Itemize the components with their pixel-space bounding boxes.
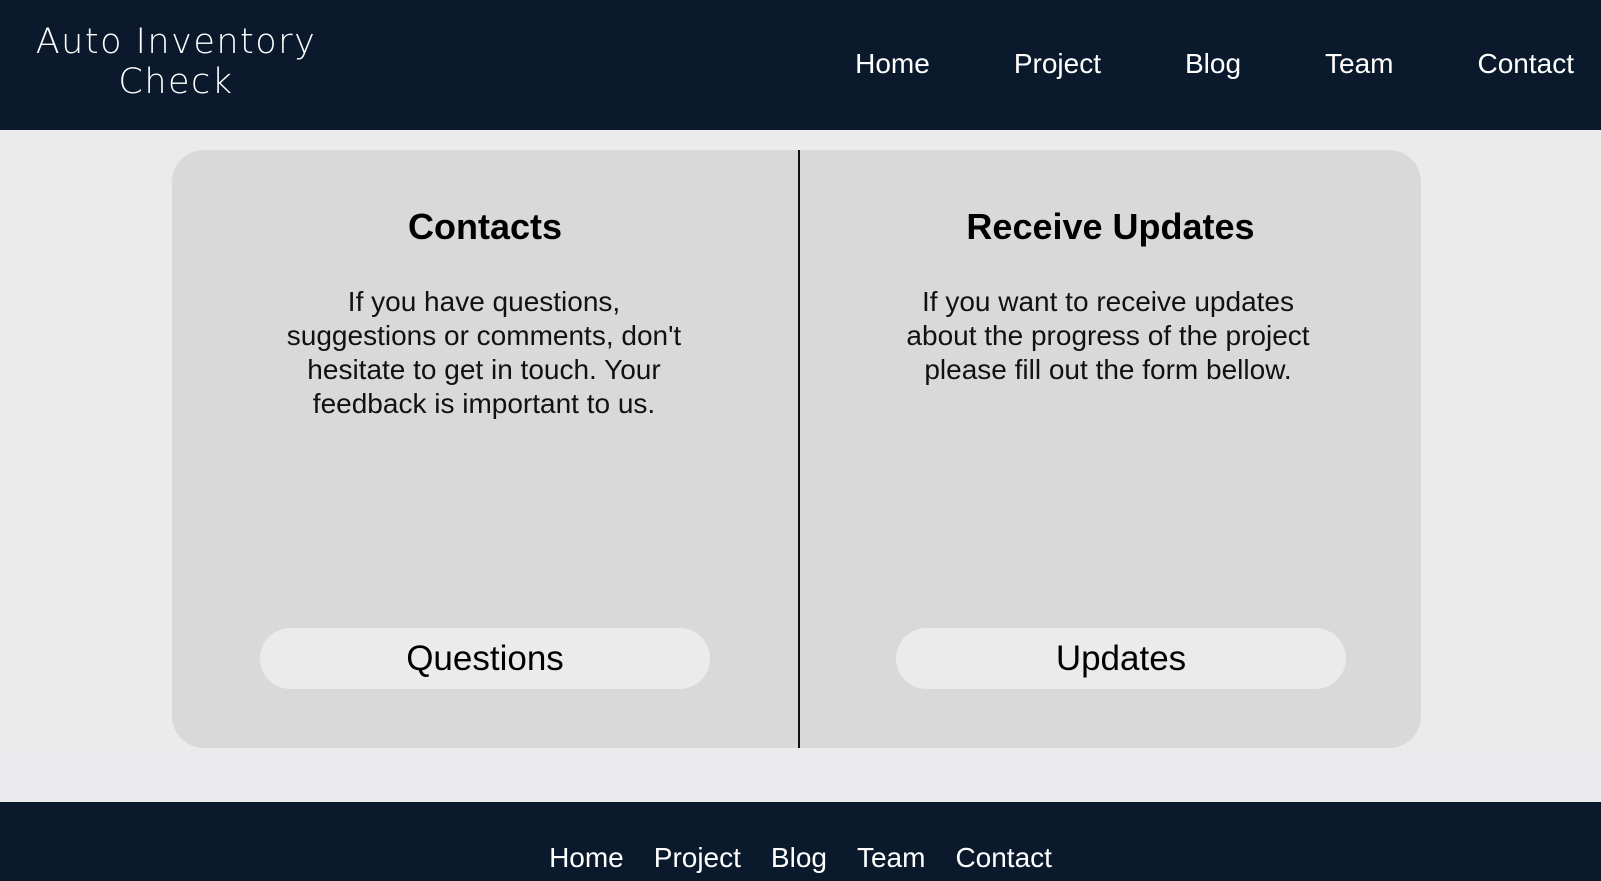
contacts-title: Contacts <box>407 206 563 247</box>
footer-project-link[interactable]: Project <box>654 842 741 874</box>
footer-team-link[interactable]: Team <box>857 842 925 874</box>
nav-contact-link[interactable]: Contact <box>1478 48 1575 80</box>
footer-contact-link[interactable]: Contact <box>955 842 1052 874</box>
main-nav: Home Project Blog Team Contact <box>771 0 1601 130</box>
logo-line-1: Auto Inventory <box>35 22 317 62</box>
nav-home-link[interactable]: Home <box>855 48 930 80</box>
footer-blog-link[interactable]: Blog <box>771 842 827 874</box>
site-logo[interactable]: Auto Inventory Check <box>12 22 340 102</box>
contact-panel: Contacts If you have questions, suggesti… <box>172 150 1421 748</box>
updates-title: Receive Updates <box>966 206 1255 247</box>
contacts-description: If you have questions, suggestions or co… <box>286 286 682 419</box>
nav-project-link[interactable]: Project <box>1014 48 1101 80</box>
footer-spacer <box>0 748 1601 802</box>
updates-section: Receive Updates If you want to receive u… <box>800 150 1421 748</box>
nav-team-link[interactable]: Team <box>1325 48 1393 80</box>
questions-button[interactable]: Questions <box>260 628 710 689</box>
site-footer: Home Project Blog Team Contact <box>0 802 1601 881</box>
logo-line-2: Check <box>118 62 234 102</box>
updates-description: If you want to receive updates about the… <box>906 286 1310 385</box>
nav-blog-link[interactable]: Blog <box>1185 48 1241 80</box>
footer-nav: Home Project Blog Team Contact <box>0 842 1601 874</box>
footer-home-link[interactable]: Home <box>549 842 624 874</box>
updates-button[interactable]: Updates <box>896 628 1346 689</box>
contacts-section: Contacts If you have questions, suggesti… <box>172 150 798 748</box>
site-header: Auto Inventory Check Home Project Blog T… <box>0 0 1601 130</box>
